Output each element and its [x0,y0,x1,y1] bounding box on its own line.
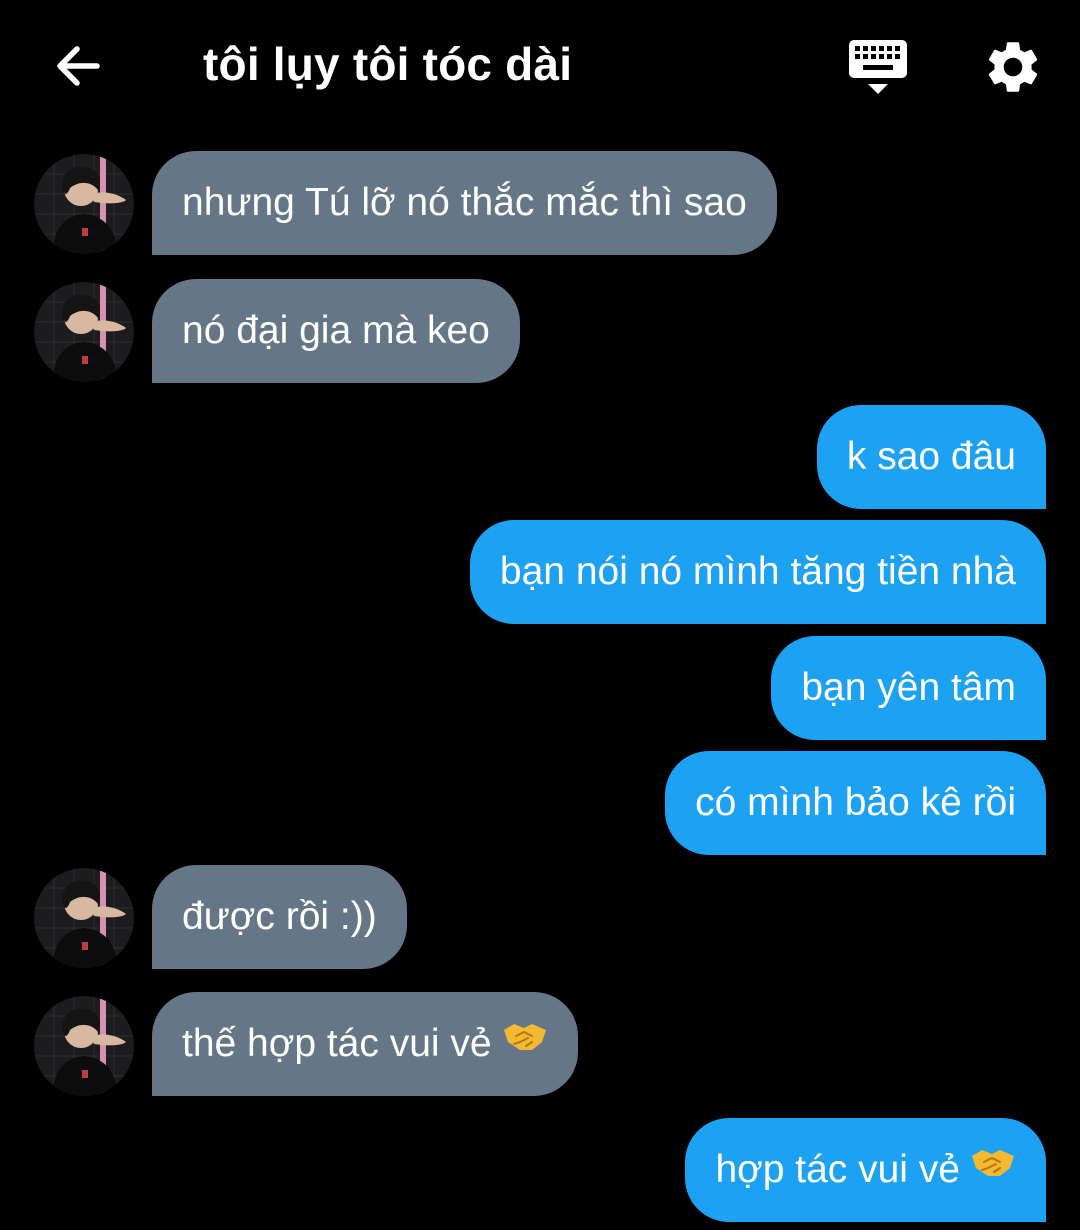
arrow-left-icon [57,46,100,86]
message-bubble-outgoing[interactable]: hợp tác vui vẻ [685,1118,1046,1222]
message-text: thế hợp tác vui vẻ [182,1022,492,1065]
back-button[interactable] [50,38,106,94]
chat-header: tôi lụy tôi tóc dài [0,0,1080,130]
avatar[interactable] [34,154,134,254]
message-text: nhưng Tú lỡ nó thắc mắc thì sao [182,181,747,224]
message-bubble-incoming[interactable]: nhưng Tú lỡ nó thắc mắc thì sao [152,151,777,255]
message-text: k sao đâu [846,435,1016,478]
message-bubble-outgoing[interactable]: bạn nói nó mình tăng tiền nhà [469,520,1046,624]
message-text: bạn yên tâm [801,666,1016,709]
avatar[interactable] [34,868,134,968]
message-text: được rồi :)) [182,895,377,938]
conversation-title: tôi lụy tôi tóc dài [203,38,573,90]
message-bubble-outgoing[interactable]: bạn yên tâm [771,636,1046,740]
settings-button[interactable] [982,36,1044,98]
keyboard-button[interactable] [846,36,910,100]
message-text: có mình bảo kê rồi [695,781,1016,824]
message-text: bạn nói nó mình tăng tiền nhà [499,550,1016,593]
avatar[interactable] [34,282,134,382]
message-bubble-incoming[interactable]: thế hợp tác vui vẻ [152,992,578,1096]
message-text: nó đại gia mà keo [182,309,490,352]
message-text: hợp tác vui vẻ [715,1148,960,1191]
message-bubble-incoming[interactable]: nó đại gia mà keo [152,279,520,383]
message-bubble-outgoing[interactable]: có mình bảo kê rồi [665,751,1046,855]
keyboard-icon [849,40,907,94]
avatar[interactable] [34,996,134,1096]
gear-icon [988,42,1038,92]
message-bubble-outgoing[interactable]: k sao đâu [816,405,1046,509]
handshake-emoji-icon [502,990,548,1094]
handshake-emoji-icon [970,1116,1016,1220]
message-bubble-incoming[interactable]: được rồi :)) [152,865,407,969]
